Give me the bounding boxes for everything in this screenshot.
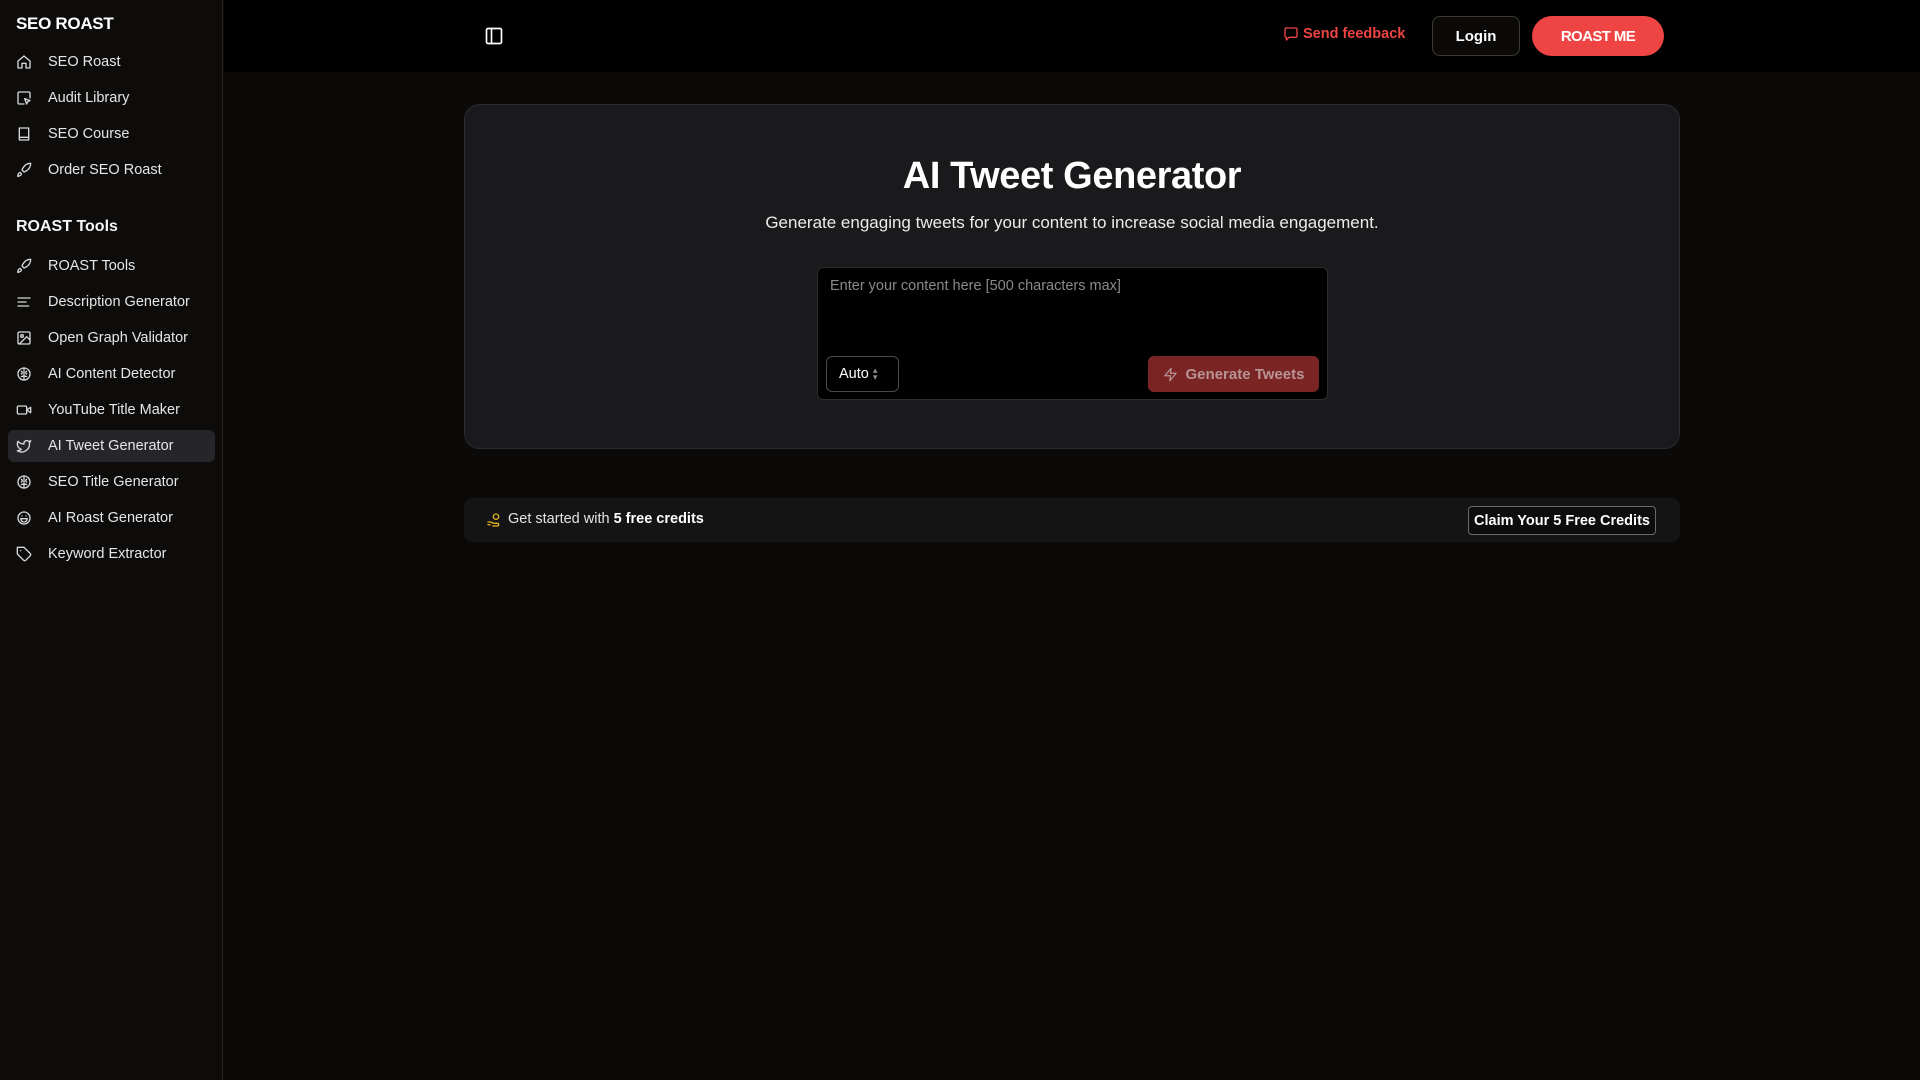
sidebar-item-description-generator[interactable]: Description Generator <box>8 286 215 318</box>
sidebar-item-label: Description Generator <box>48 294 190 310</box>
top-header: Send feedback Login ROAST ME <box>224 0 1920 72</box>
twitter-icon <box>16 438 32 454</box>
page-subtitle: Generate engaging tweets for your conten… <box>765 213 1379 232</box>
credits-message-highlight: 5 free credits <box>613 511 704 527</box>
sidebar-item-label: Order SEO Roast <box>48 162 162 178</box>
sidebar-item-seo-title-generator[interactable]: SEO Title Generator <box>8 466 215 498</box>
sidebar-item-label: ROAST Tools <box>48 258 136 274</box>
tone-select[interactable]: Auto ▴ ▾ <box>826 356 899 392</box>
send-feedback-label: Send feedback <box>1303 26 1406 42</box>
login-button[interactable]: Login <box>1432 16 1520 56</box>
sidebar: SEO ROAST SEO Roast Audit Library SEO Co… <box>0 0 223 1080</box>
message-square-icon <box>1284 27 1298 41</box>
sidebar-item-label: SEO Roast <box>48 54 121 70</box>
page-title: AI Tweet Generator <box>902 155 1242 197</box>
sidebar-toggle-icon <box>485 27 503 45</box>
sidebar-item-audit-library[interactable]: Audit Library <box>8 82 215 114</box>
align-left-icon <box>16 294 32 310</box>
generate-tweets-button[interactable]: Generate Tweets <box>1148 356 1319 392</box>
video-icon <box>16 402 32 418</box>
claim-free-credits-button[interactable]: Claim Your 5 Free Credits <box>1468 506 1656 535</box>
book-icon <box>16 126 32 142</box>
sidebar-item-keyword-extractor[interactable]: Keyword Extractor <box>8 538 215 570</box>
sidebar-item-label: AI Tweet Generator <box>48 438 174 454</box>
sidebar-item-label: YouTube Title Maker <box>48 402 180 418</box>
sidebar-item-youtube-title-maker[interactable]: YouTube Title Maker <box>8 394 215 426</box>
tone-select-value: Auto <box>839 366 869 382</box>
generate-tweets-label: Generate Tweets <box>1185 365 1305 383</box>
sidebar-item-seo-course[interactable]: SEO Course <box>8 118 215 150</box>
cursor-square-icon <box>16 90 32 106</box>
sidebar-item-open-graph-validator[interactable]: Open Graph Validator <box>8 322 215 354</box>
send-feedback-link[interactable]: Send feedback <box>1283 26 1405 42</box>
rocket-icon <box>16 162 32 178</box>
brain-icon <box>16 366 32 382</box>
sidebar-item-ai-tweet-generator[interactable]: AI Tweet Generator <box>8 430 215 462</box>
sidebar-item-order-seo-roast[interactable]: Order SEO Roast <box>8 154 215 186</box>
credits-message: Get started with 5 free credits <box>508 511 704 527</box>
sidebar-item-label: SEO Course <box>48 126 130 142</box>
sidebar-item-label: AI Roast Generator <box>48 510 173 526</box>
tool-card: AI Tweet Generator Generate engaging twe… <box>464 104 1680 449</box>
content-input[interactable] <box>818 268 1327 348</box>
home-icon <box>16 54 32 70</box>
sidebar-item-roast-tools[interactable]: ROAST Tools <box>8 250 215 282</box>
roast-me-button[interactable]: ROAST ME <box>1532 16 1664 56</box>
credits-banner: Get started with 5 free credits Claim Yo… <box>464 498 1680 542</box>
main-nav: SEO Roast Audit Library SEO Course Order… <box>8 46 215 190</box>
sidebar-item-label: Open Graph Validator <box>48 330 188 346</box>
content-input-box: Auto ▴▾ Generate Tweets <box>817 267 1328 400</box>
tag-icon <box>16 546 32 562</box>
brand-logo[interactable]: SEO ROAST <box>16 14 114 34</box>
sidebar-toggle-button[interactable] <box>484 26 504 46</box>
brain-icon <box>16 474 32 490</box>
chevrons-up-down-icon: ▴ ▾ <box>872 365 878 382</box>
image-icon <box>16 330 32 346</box>
sidebar-item-label: AI Content Detector <box>48 366 176 382</box>
sidebar-item-ai-roast-generator[interactable]: AI Roast Generator <box>8 502 215 534</box>
section-title-roast-tools: ROAST Tools <box>16 218 118 235</box>
tools-nav: ROAST Tools Description Generator Open G… <box>8 250 215 574</box>
zap-icon <box>1163 367 1177 381</box>
rocket-icon <box>16 258 32 274</box>
sidebar-item-label: Keyword Extractor <box>48 546 167 562</box>
coin-hand-icon <box>486 512 502 528</box>
sidebar-item-ai-content-detector[interactable]: AI Content Detector <box>8 358 215 390</box>
sidebar-item-seo-roast[interactable]: SEO Roast <box>8 46 215 78</box>
sidebar-item-label: Audit Library <box>48 90 130 106</box>
credits-message-prefix: Get started with <box>508 511 614 527</box>
sidebar-item-label: SEO Title Generator <box>48 474 179 490</box>
laugh-icon <box>16 510 32 526</box>
